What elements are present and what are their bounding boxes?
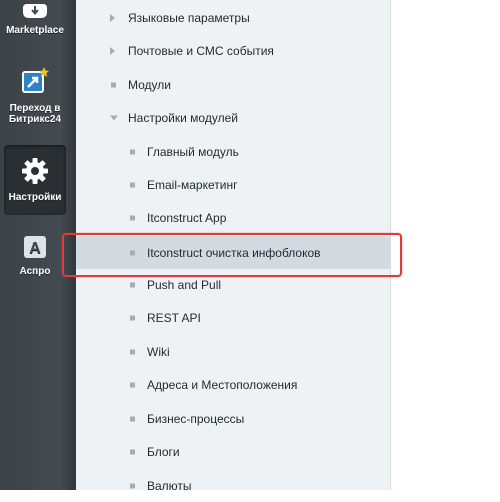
sidebar-item-label: Переход в Битрикс24 — [8, 103, 62, 125]
tree-item-label: Адреса и Местоположения — [147, 377, 298, 392]
tree-item-label: Бизнес-процессы — [147, 411, 245, 426]
sidebar-item-label: Настройки — [8, 192, 62, 203]
svg-text:A: A — [29, 240, 41, 257]
bullet-icon — [130, 215, 135, 220]
bullet-icon — [130, 315, 135, 320]
highlight-annotation-box — [62, 233, 402, 277]
bullet-icon — [111, 82, 116, 87]
bullet-icon — [130, 449, 135, 454]
sidebar-item-settings[interactable]: Настройки — [4, 145, 66, 215]
tree-item-label: Языковые параметры — [128, 10, 250, 25]
expand-arrow-icon[interactable] — [110, 13, 115, 22]
tree-item-label: Блоги — [147, 444, 180, 459]
sidebar-item-aspro[interactable]: A Аспро — [4, 235, 66, 285]
tree-item-addresses-locations[interactable]: Адреса и Местоположения — [76, 368, 390, 401]
tree-item-module-settings[interactable]: Настройки модулей — [76, 101, 390, 134]
tree-item-modules[interactable]: Модули — [76, 68, 390, 101]
tree-item-label: REST API — [147, 310, 201, 325]
tree-item-label: Валюты — [147, 478, 192, 493]
bullet-icon — [130, 182, 135, 187]
tree-item-email-marketing[interactable]: Email-маркетинг — [76, 168, 390, 201]
tree-item-wiki[interactable]: Wiki — [76, 335, 390, 368]
tree-item-label: Модули — [128, 77, 171, 92]
tree-item-label: Настройки модулей — [128, 110, 238, 125]
cloud-download-icon — [23, 4, 47, 21]
external-link-icon — [20, 66, 50, 99]
tree-item-label: Email-маркетинг — [147, 177, 238, 192]
tree-item-business-processes[interactable]: Бизнес-процессы — [76, 402, 390, 435]
bullet-icon — [130, 282, 135, 287]
tree-item-label: Главный модуль — [147, 144, 239, 159]
expand-arrow-icon[interactable] — [110, 46, 115, 55]
aspro-a-icon: A — [23, 235, 47, 262]
bullet-icon — [130, 149, 135, 154]
gear-icon — [21, 157, 49, 188]
sidebar-item-marketplace[interactable]: Marketplace — [4, 0, 66, 40]
tree-item-mail-sms-events[interactable]: Почтовые и СМС события — [76, 34, 390, 67]
sidebar-item-bitrix24[interactable]: Переход в Битрикс24 — [4, 66, 66, 136]
tree-item-itconstruct-app[interactable]: Itconstruct App — [76, 201, 390, 234]
tree-item-blogs[interactable]: Блоги — [76, 435, 390, 468]
bullet-icon — [130, 416, 135, 421]
tree-item-main-module[interactable]: Главный модуль — [76, 135, 390, 168]
tree-item-label: Push and Pull — [147, 277, 222, 292]
sidebar-item-label: Аспро — [19, 266, 51, 277]
sidebar-item-label: Marketplace — [6, 25, 64, 36]
collapse-arrow-icon[interactable] — [110, 115, 118, 120]
content-pane — [390, 0, 500, 490]
tree-item-label: Wiki — [147, 344, 170, 359]
bullet-icon — [130, 382, 135, 387]
bullet-icon — [130, 483, 135, 488]
bullet-icon — [130, 349, 135, 354]
tree-item-label: Почтовые и СМС события — [128, 43, 274, 58]
tree-item-rest-api[interactable]: REST API — [76, 301, 390, 334]
tree-item-label: Itconstruct App — [147, 210, 227, 225]
tree-item-language-settings[interactable]: Языковые параметры — [76, 1, 390, 34]
tree-item-currencies[interactable]: Валюты — [76, 469, 390, 502]
